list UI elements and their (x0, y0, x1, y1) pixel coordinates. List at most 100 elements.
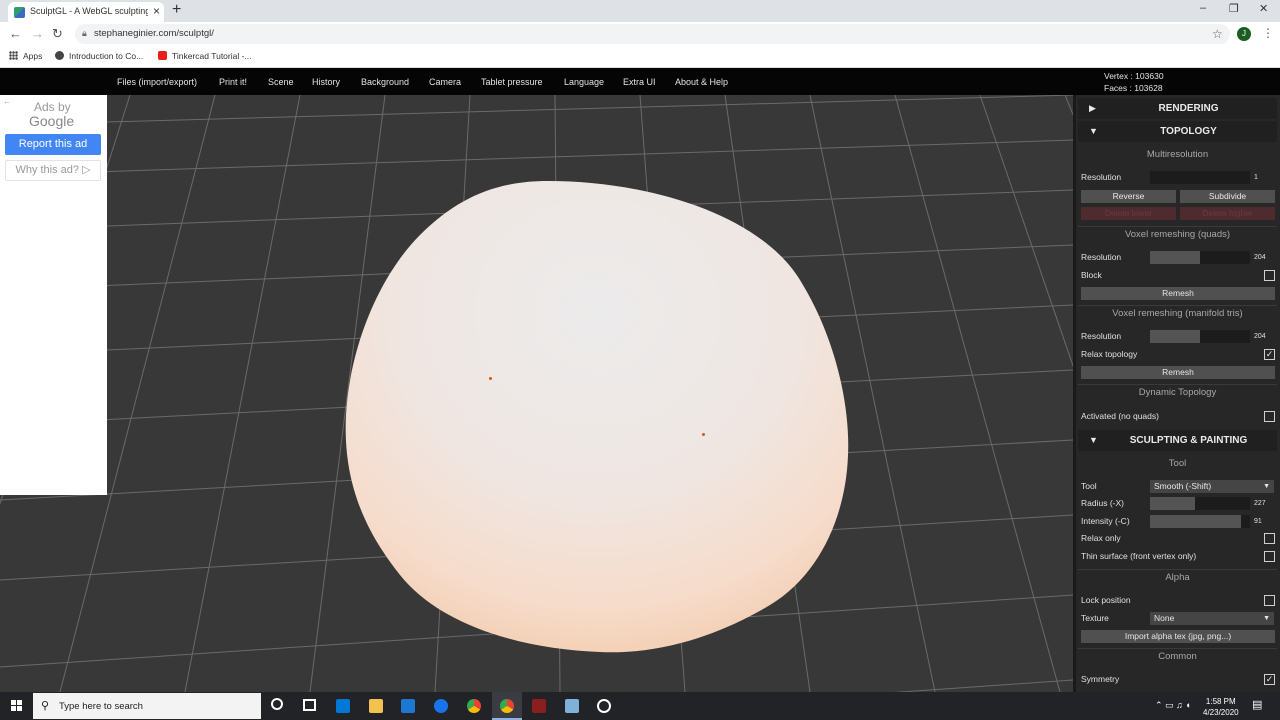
radius-row: Radius (-X) 227 (1078, 497, 1277, 511)
forward-icon[interactable]: → (31, 26, 44, 41)
symmetry-row: Symmetry ✓ (1078, 673, 1277, 687)
menu-print[interactable]: Print it! (219, 77, 247, 87)
new-tab-icon[interactable]: + (172, 1, 181, 19)
remesh-quads-button[interactable]: Remesh (1081, 287, 1275, 300)
lock-icon: 🔒︎ (82, 28, 87, 38)
edge-icon[interactable] (434, 699, 448, 713)
radius-label: Radius (-X) (1081, 498, 1124, 508)
lock-position-label: Lock position (1081, 595, 1131, 605)
vertex-count: Vertex : 103630 (1104, 71, 1164, 81)
ad-back-icon[interactable]: ← (3, 97, 11, 106)
block-label: Block (1081, 270, 1102, 280)
menu-tablet-pressure[interactable]: Tablet pressure (481, 77, 543, 87)
voxel-tris-resolution-row: Resolution 204 (1078, 330, 1277, 344)
sculpt-mesh[interactable] (0, 95, 1073, 692)
radius-slider[interactable] (1150, 497, 1250, 510)
taskbar-clock[interactable]: 1:58 PM 4/23/2020 (1203, 696, 1239, 718)
winrar-icon[interactable] (532, 699, 546, 713)
file-explorer-icon[interactable] (369, 699, 383, 713)
symmetry-checkbox[interactable]: ✓ (1264, 674, 1275, 685)
remesh-tris-button[interactable]: Remesh (1081, 366, 1275, 379)
menu-camera[interactable]: Camera (429, 77, 461, 87)
reverse-button[interactable]: Reverse (1081, 190, 1176, 203)
multires-resolution-slider[interactable] (1150, 171, 1250, 184)
menu-language[interactable]: Language (564, 77, 604, 87)
tool-select-value: Smooth (-Shift) (1154, 481, 1212, 491)
relax-only-checkbox[interactable] (1264, 533, 1275, 544)
subdivide-button[interactable]: Subdivide (1180, 190, 1275, 203)
slider-value: 204 (1254, 333, 1266, 340)
intensity-slider[interactable] (1150, 515, 1250, 528)
texture-select[interactable]: None ▼ (1150, 612, 1274, 625)
symmetry-label: Symmetry (1081, 674, 1120, 684)
url-text: stephaneginier.com/sculptgl/ (94, 28, 214, 39)
restore-icon[interactable]: ❐ (1229, 2, 1239, 15)
tool-select[interactable]: Smooth (-Shift) ▼ (1150, 480, 1274, 493)
vertex-marker (489, 377, 492, 380)
tab-title: SculptGL - A WebGL sculpting ap (30, 6, 148, 16)
intensity-label: Intensity (-C) (1081, 516, 1130, 526)
delete-higher-button[interactable]: Delete higher (1180, 207, 1275, 220)
import-alpha-button[interactable]: Import alpha tex (jpg, png...) (1081, 630, 1275, 643)
address-bar[interactable]: 🔒︎ stephaneginier.com/sculptgl/ (75, 24, 1230, 44)
windows-start-icon[interactable] (11, 700, 23, 712)
section-sculpting-painting[interactable]: ▼ SCULPTING & PAINTING (1078, 430, 1277, 451)
task-view-icon[interactable] (303, 699, 316, 711)
notification-icon[interactable]: ▤ (1252, 698, 1262, 711)
reload-icon[interactable]: ↻ (52, 26, 63, 42)
bookmark-tinkercad[interactable]: Tinkercad Tutorial -... (158, 51, 252, 61)
menu-about-help[interactable]: About & Help (675, 77, 728, 87)
thin-surface-checkbox[interactable] (1264, 551, 1275, 562)
minimize-icon[interactable]: – (1200, 2, 1206, 14)
close-tab-icon[interactable]: × (153, 4, 160, 18)
texture-row: Texture None ▼ (1078, 612, 1277, 626)
bookmark-intro[interactable]: Introduction to Co... (55, 51, 143, 61)
subsection-common: Common (1078, 648, 1277, 666)
profile-avatar[interactable]: J (1237, 27, 1251, 41)
menu-scene[interactable]: Scene (268, 77, 294, 87)
relax-topology-row: Relax topology ✓ (1078, 348, 1277, 362)
delete-lower-button[interactable]: Delete lower (1081, 207, 1176, 220)
lock-position-row: Lock position (1078, 594, 1277, 608)
chrome-active-app[interactable] (492, 692, 522, 720)
subsection-title: Voxel remeshing (quads) (1124, 229, 1231, 240)
mail-icon[interactable] (401, 699, 415, 713)
bookmark-star-icon[interactable]: ☆ (1212, 27, 1223, 41)
report-ad-button[interactable]: Report this ad (5, 134, 101, 155)
back-icon[interactable]: ← (9, 26, 22, 41)
menu-background[interactable]: Background (361, 77, 409, 87)
app-icon[interactable] (565, 699, 579, 713)
search-placeholder: Type here to search (59, 701, 143, 712)
why-this-ad-button[interactable]: Why this ad? ▷ (5, 160, 101, 181)
voxel-tris-resolution-slider[interactable] (1150, 330, 1250, 343)
slider-fill (1150, 497, 1195, 510)
bookmark-apps[interactable]: Apps (9, 51, 42, 61)
browser-menu-icon[interactable]: ⋮ (1262, 26, 1274, 40)
bookmark-label: Introduction to Co... (69, 51, 144, 61)
voxel-tris-remesh-row: Remesh (1078, 366, 1277, 380)
chrome-icon[interactable] (467, 699, 481, 713)
system-tray-icons[interactable]: ⌃ ▭ ♫ ◖ (1155, 700, 1191, 711)
section-topology[interactable]: ▼ TOPOLOGY (1078, 121, 1277, 142)
import-alpha-row: Import alpha tex (jpg, png...) (1078, 630, 1277, 644)
menu-extra-ui[interactable]: Extra UI (623, 77, 656, 87)
cortana-icon[interactable] (271, 698, 283, 710)
browser-toolbar: ← → ↻ 🔒︎ stephaneginier.com/sculptgl/ ☆ … (0, 22, 1280, 46)
store-icon[interactable] (336, 699, 350, 713)
lock-position-checkbox[interactable] (1264, 595, 1275, 606)
voxel-quads-resolution-slider[interactable] (1150, 251, 1250, 264)
browser-tab[interactable]: SculptGL - A WebGL sculpting ap × (8, 2, 164, 22)
dropdown-caret-icon: ▼ (1263, 615, 1270, 622)
close-window-icon[interactable]: ✕ (1259, 2, 1268, 15)
menu-history[interactable]: History (312, 77, 340, 87)
3d-viewport[interactable]: ← Ads by Google Report this ad Why this … (0, 95, 1073, 692)
activated-checkbox[interactable] (1264, 411, 1275, 422)
slider-value: 204 (1254, 254, 1266, 261)
menu-files[interactable]: Files (import/export) (117, 77, 197, 87)
slider-fill (1150, 330, 1200, 343)
block-checkbox[interactable] (1264, 270, 1275, 281)
obs-icon[interactable] (597, 699, 611, 713)
relax-topology-checkbox[interactable]: ✓ (1264, 349, 1275, 360)
taskbar-search-input[interactable]: ⚲ Type here to search (33, 693, 261, 719)
section-rendering[interactable]: ▶ RENDERING (1078, 98, 1277, 119)
